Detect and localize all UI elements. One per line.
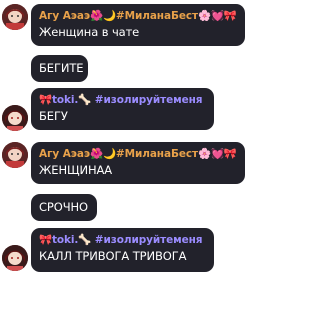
sender-name[interactable]: 🎀toki.🦴 #изолируйтеменя: [39, 232, 206, 248]
message-text: БЕГУ: [39, 109, 68, 123]
message-bubble[interactable]: 🎀toki.🦴 #изолируйтеменя БЕГУ: [31, 88, 214, 130]
chat-message-list: Агу Аэаэ🌺🌙#МиланаБест🌸💓🎀 Женщина в чате …: [0, 0, 246, 320]
avatar[interactable]: [2, 105, 28, 131]
sender-name[interactable]: Агу Аэаэ🌺🌙#МиланаБест🌸💓🎀: [39, 146, 237, 162]
message-text: СРОЧНО: [39, 200, 88, 214]
message-bubble[interactable]: Агу Аэаэ🌺🌙#МиланаБест🌸💓🎀 ЖЕНЩИНАА: [31, 142, 245, 184]
message-text: ЖЕНЩИНАА: [39, 163, 113, 177]
message-bubble[interactable]: БЕГИТЕ: [31, 55, 88, 82]
message-bubble[interactable]: 🎀toki.🦴 #изолируйтеменя КАЛЛ ТРИВОГА ТРИ…: [31, 228, 214, 272]
avatar[interactable]: [2, 142, 28, 168]
sender-name[interactable]: 🎀toki.🦴 #изолируйтеменя: [39, 92, 206, 108]
message-text: КАЛЛ ТРИВОГА ТРИВОГА: [39, 249, 187, 263]
message-bubble[interactable]: Агу Аэаэ🌺🌙#МиланаБест🌸💓🎀 Женщина в чате: [31, 4, 245, 46]
sender-name[interactable]: Агу Аэаэ🌺🌙#МиланаБест🌸💓🎀: [39, 8, 237, 24]
message-text: БЕГИТЕ: [39, 61, 84, 75]
message-bubble[interactable]: СРОЧНО: [31, 194, 97, 221]
avatar[interactable]: [2, 4, 28, 30]
avatar[interactable]: [2, 245, 28, 271]
message-text: Женщина в чате: [39, 25, 140, 39]
